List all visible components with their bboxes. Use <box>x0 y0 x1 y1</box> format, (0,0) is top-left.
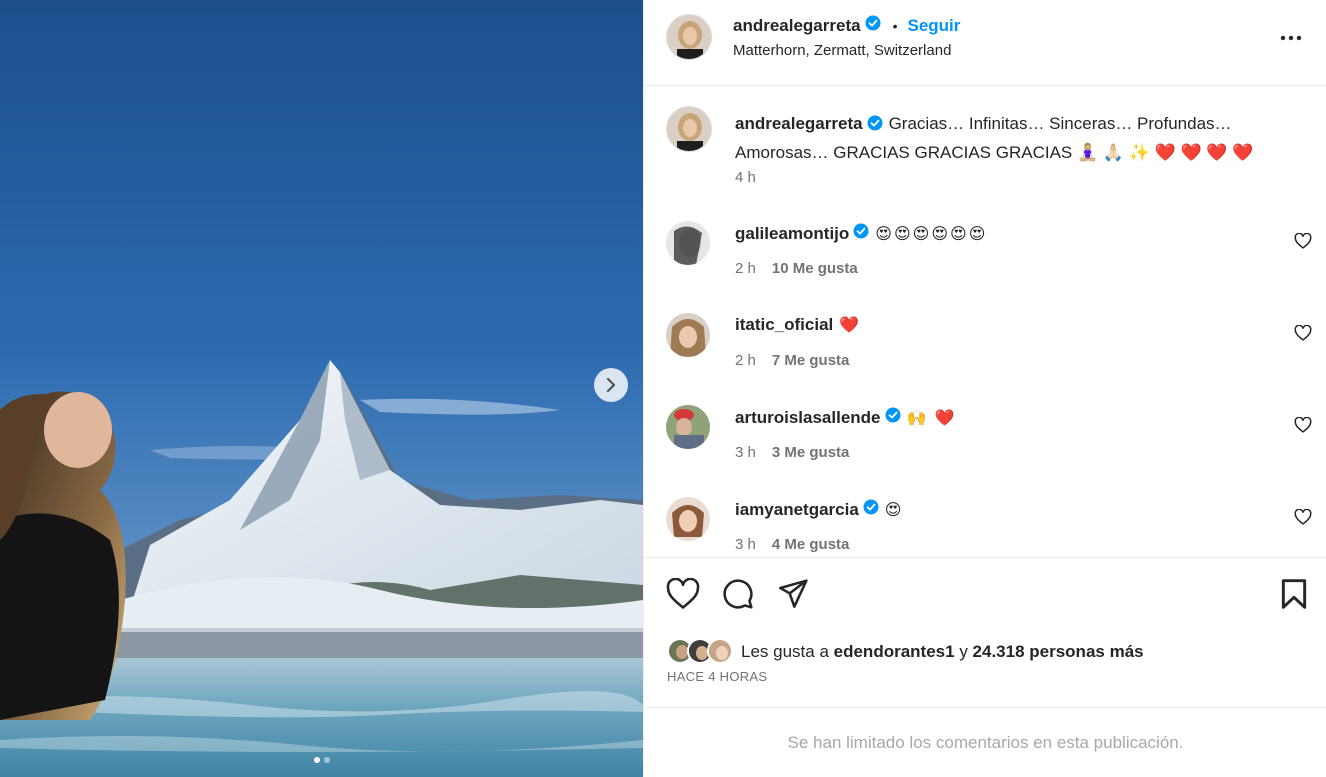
likes-user[interactable]: edendorantes1 <box>834 642 955 661</box>
carousel-dot <box>323 757 330 763</box>
comment-username[interactable]: itatic_oficial <box>735 315 833 335</box>
avatar-photo <box>666 221 710 265</box>
comment-like-button[interactable] <box>1294 416 1312 438</box>
send-icon <box>779 579 808 608</box>
comments-list[interactable]: andrealegarreta Gracias… Infinitas… Since… <box>644 87 1326 557</box>
more-horizontal-icon <box>1280 35 1302 41</box>
likes-conjunction: y <box>959 642 968 661</box>
like-button[interactable] <box>666 577 700 615</box>
matterhorn-photo <box>0 0 643 777</box>
comment-like-button[interactable] <box>1294 508 1312 530</box>
post-actions: Les gusta a edendorantes1 y 24.318 perso… <box>644 557 1326 707</box>
author-username[interactable]: andrealegarreta <box>733 16 861 36</box>
comment-meta: 3 h 4 Me gusta <box>735 536 849 553</box>
caption-time[interactable]: 4 h <box>735 169 756 186</box>
caption-text-line1: Gracias… Infinitas… Sinceras… Profundas… <box>888 114 1232 133</box>
liker-avatar <box>707 638 733 664</box>
comment-time[interactable]: 3 h <box>735 444 756 461</box>
comment-likes[interactable]: 4 Me gusta <box>772 536 850 553</box>
comment-like-button[interactable] <box>1294 324 1312 346</box>
heart-icon <box>1294 416 1312 433</box>
comment-avatar[interactable] <box>666 221 710 265</box>
comment-text: 🙌 ❤️ <box>906 409 957 427</box>
heart-icon <box>1294 232 1312 249</box>
header-separator: • <box>892 17 898 34</box>
likes-others[interactable]: 24.318 personas más <box>973 642 1144 661</box>
follow-button[interactable]: Seguir <box>907 16 960 36</box>
comment-button[interactable] <box>722 578 754 615</box>
heart-icon <box>666 577 700 609</box>
avatar-photo <box>666 405 710 449</box>
comment-row: itatic_oficial ❤️ <box>735 315 861 335</box>
comment-row: iamyanetgarcia 😍 <box>735 499 903 520</box>
comment-meta: 2 h 10 Me gusta <box>735 260 858 277</box>
carousel-next-button[interactable] <box>594 368 628 402</box>
post-location[interactable]: Matterhorn, Zermatt, Switzerland <box>733 42 951 59</box>
likes-summary: Les gusta a edendorantes1 y 24.318 perso… <box>667 638 1144 666</box>
avatar-photo <box>667 107 711 151</box>
comment-likes[interactable]: 10 Me gusta <box>772 260 858 277</box>
caption-text-line2: Amorosas… GRACIAS GRACIAS GRACIAS 🧘🏼‍♀️ … <box>735 143 1254 162</box>
post-caption: andrealegarreta Gracias… Infinitas… Since… <box>735 110 1295 166</box>
comment-avatar[interactable] <box>666 405 710 449</box>
comments-limited-notice: Se han limitado los comentarios en esta … <box>644 707 1326 777</box>
verified-badge-icon <box>865 15 881 36</box>
liker-avatars <box>667 638 735 666</box>
comment-text: 😍 <box>884 501 904 519</box>
comment-like-button[interactable] <box>1294 232 1312 254</box>
comment-likes[interactable]: 7 Me gusta <box>772 352 850 369</box>
comment-time[interactable]: 2 h <box>735 352 756 369</box>
avatar-photo <box>666 497 710 541</box>
post-details-panel: andrealegarreta • Seguir Matterhorn, Zer… <box>643 0 1326 777</box>
comment-likes[interactable]: 3 Me gusta <box>772 444 850 461</box>
post-timestamp[interactable]: HACE 4 HORAS <box>667 669 767 684</box>
comment-username[interactable]: iamyanetgarcia <box>735 500 859 520</box>
verified-badge-icon <box>853 223 869 244</box>
comment-avatar[interactable] <box>666 313 710 357</box>
carousel-indicator <box>0 757 643 763</box>
verified-badge-icon <box>867 112 883 139</box>
verified-badge-icon <box>863 499 879 520</box>
carousel-dot-active <box>313 757 320 763</box>
share-button[interactable] <box>777 578 809 615</box>
caption-username[interactable]: andrealegarreta <box>735 114 863 133</box>
likes-text: Les gusta a edendorantes1 y 24.318 perso… <box>741 642 1144 662</box>
comment-icon <box>723 579 753 609</box>
comment-text: ❤️ <box>839 317 862 334</box>
comment-row: arturoislasallende 🙌 ❤️ <box>735 407 957 428</box>
caption-meta: 4 h <box>735 169 756 186</box>
comment-row: galileamontijo 😍😍😍😍😍😍 <box>735 223 987 244</box>
post-header: andrealegarreta • Seguir Matterhorn, Zer… <box>644 0 1326 86</box>
comment-avatar[interactable] <box>666 497 710 541</box>
more-options-button[interactable] <box>1278 28 1304 53</box>
comment-username[interactable]: galileamontijo <box>735 224 849 244</box>
comment-time[interactable]: 2 h <box>735 260 756 277</box>
save-button[interactable] <box>1280 578 1308 615</box>
chevron-right-icon <box>606 378 616 392</box>
comment-username[interactable]: arturoislasallende <box>735 408 881 428</box>
comment-meta: 3 h 3 Me gusta <box>735 444 849 461</box>
avatar-photo <box>667 15 711 59</box>
likes-prefix: Les gusta a <box>741 642 829 661</box>
comment-text: 😍😍😍😍😍😍 <box>875 225 988 243</box>
bookmark-icon <box>1281 579 1307 609</box>
comment-time[interactable]: 3 h <box>735 536 756 553</box>
avatar-photo <box>666 313 710 357</box>
post-image[interactable] <box>0 0 643 777</box>
comment-meta: 2 h 7 Me gusta <box>735 352 849 369</box>
heart-icon <box>1294 508 1312 525</box>
heart-icon <box>1294 324 1312 341</box>
author-avatar[interactable] <box>666 14 712 60</box>
caption-author-avatar[interactable] <box>666 106 712 152</box>
verified-badge-icon <box>885 407 901 428</box>
